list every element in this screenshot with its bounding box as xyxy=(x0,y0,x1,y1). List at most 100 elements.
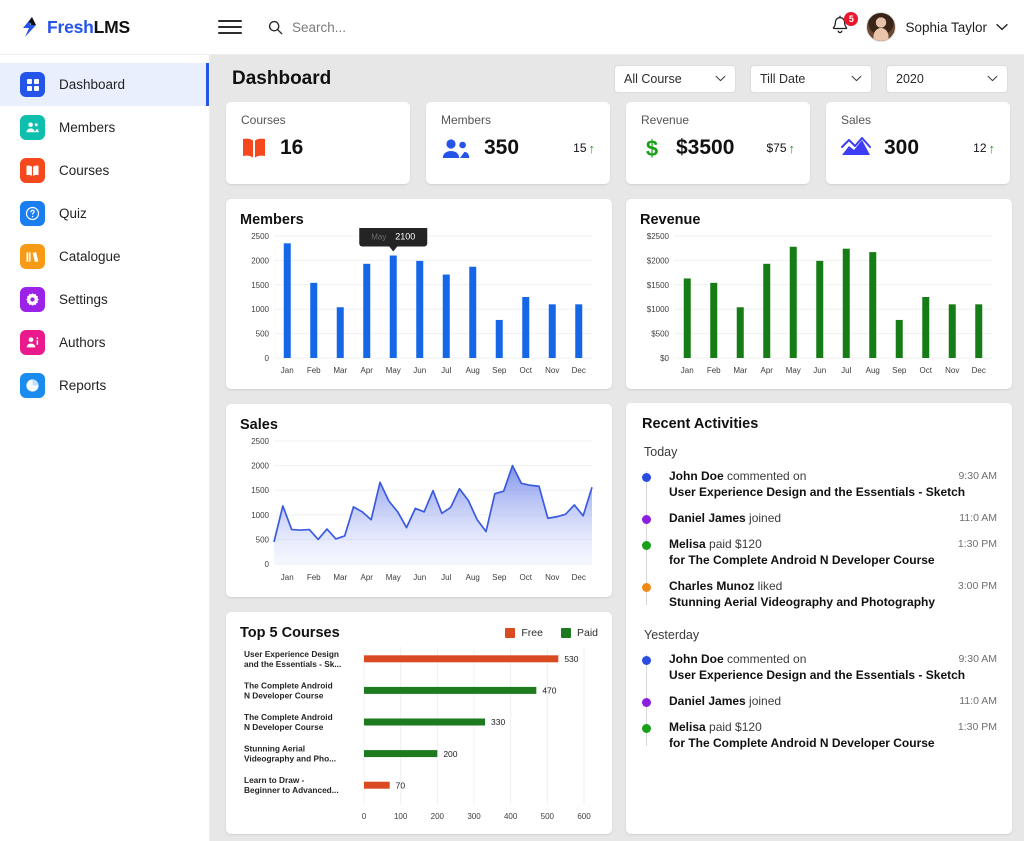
sales-chart-card: Sales 0 500 1000 1500 2000 2500 Jan Feb Mar Apr Ma… xyxy=(226,404,612,597)
svg-text:Stunning Aerial: Stunning Aerial xyxy=(244,744,305,754)
date-filter-select[interactable]: Till Date xyxy=(750,64,872,93)
svg-text:Aug: Aug xyxy=(866,366,880,375)
activity-item[interactable]: Charles Munoz liked Stunning Aerial Video… xyxy=(642,573,997,615)
notification-bell-icon[interactable]: 5 xyxy=(830,12,859,39)
svg-text:600: 600 xyxy=(577,812,591,821)
course-filter-select[interactable]: All Course xyxy=(614,64,736,93)
activity-primary-text: Melisa paid $120 xyxy=(669,537,762,551)
svg-text:500: 500 xyxy=(256,330,270,339)
activity-detail-text: User Experience Design and the Essential… xyxy=(669,485,966,499)
sidebar-item-label: Dashboard xyxy=(59,77,126,92)
year-filter-value: 2020 xyxy=(896,71,924,86)
svg-text:The Complete Android: The Complete Android xyxy=(244,680,333,690)
svg-text:Feb: Feb xyxy=(707,366,721,375)
search-input[interactable]: Search... xyxy=(268,20,346,35)
people-icon xyxy=(441,137,471,160)
svg-text:$: $ xyxy=(646,136,658,160)
stat-value: 300 xyxy=(884,136,920,159)
svg-text:Mar: Mar xyxy=(733,366,747,375)
activity-item[interactable]: Daniel James joined 11:0 AM xyxy=(642,688,997,714)
svg-text:Feb: Feb xyxy=(307,366,321,375)
top5-horizontal-bar-chart[interactable]: 0 100 200 300 400 500 600 530 User Experience De… xyxy=(240,641,598,825)
svg-text:470: 470 xyxy=(542,686,556,696)
stat-card-sales[interactable]: Sales 300 12 ↑ xyxy=(826,102,1010,184)
sidebar-item-label: Quiz xyxy=(59,206,87,221)
svg-text:Jan: Jan xyxy=(281,366,294,375)
avatar xyxy=(866,12,897,42)
top5-courses-card: Top 5 Courses Free Paid 0 100 200 300 40… xyxy=(226,612,612,834)
brand-logo[interactable]: FreshLMS xyxy=(0,16,210,38)
activity-primary-text: Daniel James joined xyxy=(669,511,782,525)
activity-item[interactable]: Melisa paid $120 for The Complete Android… xyxy=(642,531,997,573)
main-content: Dashboard All Course Till Date 2020 Cour… xyxy=(210,55,1024,841)
sidebar-item-settings[interactable]: Settings xyxy=(0,278,209,321)
svg-text:Aug: Aug xyxy=(466,573,480,582)
activity-primary-text: Charles Munoz liked xyxy=(669,579,783,593)
svg-text:Oct: Oct xyxy=(520,366,533,375)
top5-chart-title: Top 5 Courses xyxy=(240,625,340,641)
svg-text:May: May xyxy=(371,233,386,242)
activities-title: Recent Activities xyxy=(642,416,759,432)
revenue-bar-chart[interactable]: $0 $500 $1000 $1500 $2000 $2500 Jan Feb Mar Apr Ma… xyxy=(640,228,998,380)
top5-legend: Free Paid xyxy=(505,627,598,639)
sidebar-item-dashboard[interactable]: Dashboard xyxy=(0,63,209,106)
chevron-down-icon xyxy=(851,75,862,82)
activity-detail-text: for The Complete Android N Developer Cou… xyxy=(669,553,935,567)
sidebar-item-quiz[interactable]: Quiz xyxy=(0,192,209,235)
activity-timestamp: 1:30 PM xyxy=(957,721,997,733)
svg-text:Videography and Pho...: Videography and Pho... xyxy=(244,754,336,764)
activity-detail-text: Stunning Aerial Videography and Photogra… xyxy=(669,595,936,609)
top-bar: FreshLMS Search... 5 Sophia Taylor xyxy=(0,0,1024,55)
svg-text:Jul: Jul xyxy=(841,366,851,375)
svg-text:100: 100 xyxy=(394,812,408,821)
stat-value: $3500 xyxy=(676,136,735,159)
activity-item[interactable]: Daniel James joined 11:0 AM xyxy=(642,505,997,531)
sidebar-item-authors[interactable]: Authors xyxy=(0,321,209,364)
user-menu[interactable]: Sophia Taylor xyxy=(866,12,1008,42)
svg-text:Beginner to Advanced...: Beginner to Advanced... xyxy=(244,785,339,795)
svg-text:Mar: Mar xyxy=(333,573,347,582)
legend-entry-free: Free xyxy=(505,627,543,639)
year-filter-select[interactable]: 2020 xyxy=(886,64,1008,93)
sidebar-item-catalogue[interactable]: Catalogue xyxy=(0,235,209,278)
members-bar-chart[interactable]: 0 500 1000 1500 2000 2500 Jan Feb Mar Apr May Jun Ju… xyxy=(240,228,598,380)
gear-icon xyxy=(20,287,45,312)
activity-item[interactable]: John Doe commented on User Experience Des… xyxy=(642,463,997,505)
notification-count-badge: 5 xyxy=(844,12,859,26)
svg-text:$1000: $1000 xyxy=(647,305,670,314)
activity-status-dot xyxy=(642,724,651,733)
chevron-down-icon xyxy=(715,75,726,82)
activity-status-dot xyxy=(642,583,651,592)
stat-label: Members xyxy=(441,113,492,127)
hamburger-menu-icon[interactable] xyxy=(218,20,242,34)
legend-swatch xyxy=(560,628,571,638)
lightning-bolt-icon xyxy=(20,16,40,38)
svg-text:Jul: Jul xyxy=(441,366,451,375)
svg-text:Dec: Dec xyxy=(572,573,586,582)
question-mark-icon xyxy=(20,201,45,226)
activity-item[interactable]: John Doe commented on User Experience Des… xyxy=(642,646,997,688)
stat-card-members[interactable]: Members 350 15 ↑ xyxy=(426,102,610,184)
sidebar-item-members[interactable]: Members xyxy=(0,106,209,149)
svg-text:330: 330 xyxy=(491,717,505,727)
area-chart-icon xyxy=(841,137,871,159)
arrow-up-icon: ↑ xyxy=(988,140,996,156)
dollar-icon: $ xyxy=(641,136,663,160)
sidebar-item-label: Courses xyxy=(59,163,110,178)
sidebar-item-reports[interactable]: Reports xyxy=(0,364,209,407)
svg-text:1500: 1500 xyxy=(251,486,269,495)
stat-card-courses[interactable]: Courses 16 xyxy=(226,102,410,184)
activities-body: Today John Doe commented on User Experienc… xyxy=(642,432,997,756)
svg-text:0: 0 xyxy=(362,812,367,821)
stat-delta: 15 ↑ xyxy=(573,141,595,156)
sales-area-chart[interactable]: 0 500 1000 1500 2000 2500 Jan Feb Mar Apr May Jun Ju… xyxy=(240,433,598,588)
arrow-up-icon: ↑ xyxy=(588,140,596,156)
stat-card-revenue[interactable]: Revenue $ $3500 $75 ↑ xyxy=(626,102,810,184)
svg-text:70: 70 xyxy=(396,780,406,790)
sidebar-item-courses[interactable]: Courses xyxy=(0,149,209,192)
members-people-icon xyxy=(20,115,45,140)
stat-value: 350 xyxy=(484,136,520,159)
main-header: Dashboard All Course Till Date 2020 xyxy=(210,55,1024,102)
activity-item[interactable]: Melisa paid $120 for The Complete Android… xyxy=(642,714,997,756)
svg-text:500: 500 xyxy=(541,812,555,821)
